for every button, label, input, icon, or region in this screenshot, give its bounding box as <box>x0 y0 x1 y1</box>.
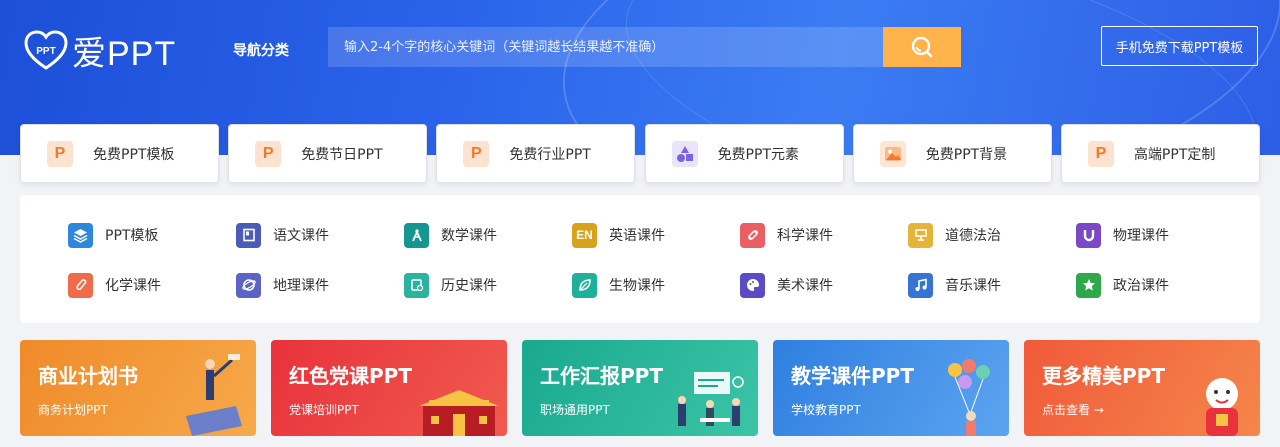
mascot-illustration-icon <box>1206 378 1238 436</box>
banner-business-plan[interactable]: 商业计划书 商务计划PPT <box>20 340 256 436</box>
subject-label: 历史课件 <box>441 278 497 294</box>
search-bar <box>328 27 961 67</box>
search-icon <box>911 36 933 58</box>
p-icon: P <box>463 140 490 167</box>
subject-label: 政治课件 <box>1113 278 1169 294</box>
gate-illustration-icon <box>419 390 499 436</box>
subject-label: 地理课件 <box>273 278 329 294</box>
subject-english[interactable]: EN 英语课件 <box>572 222 665 248</box>
subject-ppt-templates[interactable]: PPT模板 <box>68 222 158 248</box>
subject-label: 生物课件 <box>609 278 665 294</box>
office-illustration-icon <box>678 372 744 426</box>
category-label: 免费行业PPT <box>509 146 591 163</box>
subject-label: PPT模板 <box>105 228 159 244</box>
p-icon: P <box>1087 140 1114 167</box>
subject-politics[interactable]: 政治课件 <box>1076 272 1169 298</box>
category-card-templates[interactable]: P 免费PPT模板 <box>20 124 219 183</box>
category-card-custom[interactable]: P 高端PPT定制 <box>1060 124 1260 183</box>
banner-title: 教学课件PPT <box>791 364 914 388</box>
leaf-icon <box>572 272 597 298</box>
scroll-icon <box>404 272 429 298</box>
subject-morality-law[interactable]: 道德法治 <box>908 222 1001 248</box>
category-cards: P 免费PPT模板 P 免费节日PPT P 免费行业PPT 免费PPT元素 免费… <box>20 124 1260 184</box>
p-icon: P <box>255 140 282 167</box>
subject-history[interactable]: 历史课件 <box>404 272 497 298</box>
category-card-elements[interactable]: 免费PPT元素 <box>644 124 844 183</box>
category-label: 高端PPT定制 <box>1133 146 1216 163</box>
subject-music[interactable]: 音乐课件 <box>908 272 1001 298</box>
globe-icon <box>236 272 261 298</box>
subject-label: 语文课件 <box>273 228 329 244</box>
image-icon <box>879 140 906 167</box>
banner-party-lesson[interactable]: 红色党课PPT 党课培训PPT <box>271 340 507 436</box>
logo-mark-text: PPT <box>36 46 55 57</box>
subject-label: 物理课件 <box>1113 228 1169 244</box>
subject-label: 英语课件 <box>609 228 665 244</box>
subject-label: 化学课件 <box>105 278 161 294</box>
subject-physics[interactable]: 物理课件 <box>1076 222 1169 248</box>
subject-chemistry[interactable]: 化学课件 <box>68 272 161 298</box>
banner-title: 工作汇报PPT <box>540 364 663 388</box>
banner-more[interactable]: 更多精美PPT 点击查看 → <box>1024 340 1260 436</box>
category-card-backgrounds[interactable]: 免费PPT背景 <box>852 124 1052 183</box>
category-card-industry[interactable]: P 免费行业PPT <box>436 124 636 183</box>
mobile-download-button[interactable]: 手机免费下载PPT模板 <box>1101 26 1258 66</box>
subject-math[interactable]: 数学课件 <box>404 222 497 248</box>
subject-label: 美术课件 <box>777 278 833 294</box>
business-illustration-icon <box>186 354 242 436</box>
compass-icon <box>404 222 429 248</box>
banner-title: 商业计划书 <box>38 364 138 388</box>
page: PPT 爱PPT 导航分类 手机免费下载PPT模板 P 免费PPT模板 P 免费… <box>0 0 1280 447</box>
subject-label: 道德法治 <box>945 228 1001 244</box>
subject-biology[interactable]: 生物课件 <box>572 272 665 298</box>
subject-art[interactable]: 美术课件 <box>740 272 833 298</box>
magnet-icon <box>1076 222 1101 248</box>
book-icon <box>236 222 261 248</box>
banner-teaching[interactable]: 教学课件PPT 学校教育PPT <box>773 340 1009 436</box>
star-icon <box>1076 272 1101 298</box>
en-icon: EN <box>572 222 597 248</box>
subject-geography[interactable]: 地理课件 <box>236 272 329 298</box>
scale-icon <box>908 222 933 248</box>
subject-science[interactable]: 科学课件 <box>740 222 833 248</box>
banner-title: 更多精美PPT <box>1042 364 1165 388</box>
search-button[interactable] <box>883 27 961 67</box>
shapes-icon <box>671 140 698 167</box>
subject-label: 音乐课件 <box>945 278 1001 294</box>
category-label: 免费节日PPT <box>301 146 383 163</box>
banner-subtitle: 党课培训PPT <box>289 403 359 417</box>
palette-icon <box>740 272 765 298</box>
music-icon <box>908 272 933 298</box>
p-icon: P <box>47 140 73 167</box>
category-label: 免费PPT背景 <box>925 146 1008 163</box>
logo-text: 爱PPT <box>72 34 177 73</box>
banner-subtitle: 商务计划PPT <box>38 403 108 417</box>
banner-subtitle: 学校教育PPT <box>791 403 861 417</box>
banner-work-report[interactable]: 工作汇报PPT 职场通用PPT <box>522 340 758 436</box>
category-label: 免费PPT元素 <box>717 146 799 163</box>
balloons-illustration-icon <box>948 359 990 436</box>
subject-label: 数学课件 <box>441 228 497 244</box>
heart-logo-icon: PPT <box>24 30 68 70</box>
promo-banners: 商业计划书 商务计划PPT 红色党课PPT 党课培训PPT 工作汇报PPT 职场… <box>20 340 1260 436</box>
layers-icon <box>68 222 93 248</box>
subject-grid: PPT模板 语文课件 数学课件 EN 英语课件 科学课件 道德法治 物理课件 化… <box>20 195 1260 323</box>
beaker-icon <box>68 272 93 298</box>
banner-title: 红色党课PPT <box>289 364 412 388</box>
category-label: 免费PPT模板 <box>93 146 175 163</box>
flask-icon <box>740 222 765 248</box>
nav-category-link[interactable]: 导航分类 <box>233 40 289 60</box>
subject-chinese[interactable]: 语文课件 <box>236 222 329 248</box>
search-input[interactable] <box>328 27 883 67</box>
category-card-holidays[interactable]: P 免费节日PPT <box>228 124 428 183</box>
subject-label: 科学课件 <box>777 228 833 244</box>
logo[interactable]: PPT 爱PPT <box>24 30 176 73</box>
banner-subtitle: 点击查看 → <box>1042 403 1104 417</box>
banner-subtitle: 职场通用PPT <box>540 403 610 417</box>
